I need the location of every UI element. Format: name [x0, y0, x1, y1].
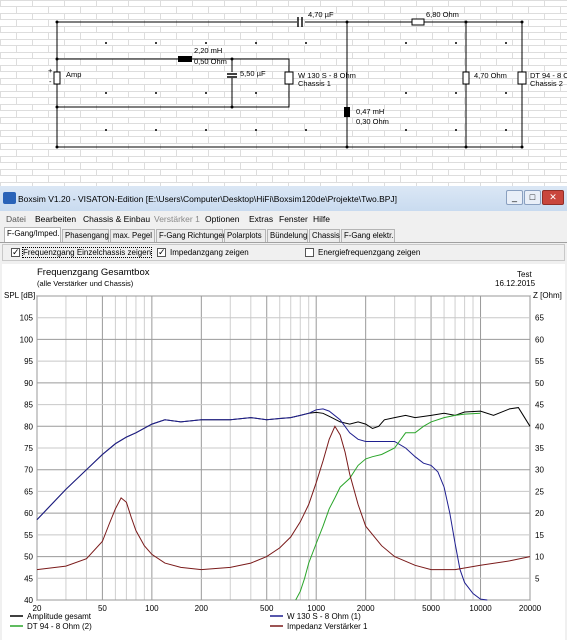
y-left-tick-label: 45: [24, 574, 33, 583]
legend-label: W 130 S - 8 Ohm (1): [287, 612, 361, 621]
menu-chassis-einbau[interactable]: Chassis & Einbau: [83, 214, 150, 224]
schematic-drawing: [0, 0, 567, 186]
x-tick-label: 10000: [469, 604, 492, 613]
einzelchassis-checkbox[interactable]: ✓: [11, 248, 20, 257]
y-left-tick-label: 105: [20, 314, 34, 323]
tab-buendelung[interactable]: Bündelung: [267, 229, 308, 242]
boxsim-window: Boxsim V1.20 - VISATON-Edition [E:\Users…: [0, 186, 567, 640]
y-left-tick-label: 80: [24, 422, 33, 431]
legend-label: DT 94 - 8 Ohm (2): [27, 622, 92, 631]
energie-checkbox[interactable]: [305, 248, 314, 257]
maximize-button[interactable]: □: [524, 190, 541, 205]
menu-optionen[interactable]: Optionen: [205, 214, 240, 224]
x-tick-label: 500: [260, 604, 274, 613]
y-right-tick-label: 30: [535, 466, 544, 475]
menu-bar: Datei Bearbeiten Chassis & Einbau Verstä…: [0, 211, 567, 225]
series-resistor-label: 6,80 Ohm: [426, 10, 459, 19]
y-left-tick-label: 50: [24, 553, 33, 562]
y-right-tick-label: 5: [535, 574, 540, 583]
y-left-tick-label: 40: [24, 596, 33, 605]
y-left-tick-label: 90: [24, 379, 33, 388]
menu-verstaerker[interactable]: Verstärker 1: [154, 214, 200, 224]
tab-polarplots[interactable]: Polarplots: [224, 229, 266, 242]
tab-fgang-imped[interactable]: F-Gang/Imped.: [4, 227, 61, 242]
legend: Amplitude gesamt W 130 S - 8 Ohm (1) DT 94…: [10, 612, 368, 631]
chassis1-label: Chassis 1: [298, 79, 331, 88]
menu-datei[interactable]: Datei: [6, 214, 26, 224]
close-button[interactable]: ✕: [542, 190, 564, 205]
chart-svg: 20 50 100 200 500 1000 2000 5000 10000 2000040455…: [10, 295, 544, 631]
y-right-tick-label: 10: [535, 553, 544, 562]
amp-label: Amp: [66, 70, 82, 79]
frequency-response-plot: Frequenzgang Gesamtbox (alle Verstärker …: [2, 264, 565, 640]
y-right-tick-label: 60: [535, 335, 544, 344]
tab-fgang-richtungen[interactable]: F-Gang Richtungen: [156, 229, 227, 242]
minimize-button[interactable]: _: [506, 190, 523, 205]
title-bar[interactable]: Boxsim V1.20 - VISATON-Edition [E:\Users…: [0, 186, 567, 211]
menu-fenster[interactable]: Fenster: [279, 214, 308, 224]
y-left-tick-label: 95: [24, 357, 33, 366]
inductor1-resistance-label: 0,50 Ohm: [194, 57, 227, 66]
y-left-tick-label: 100: [20, 335, 34, 344]
tab-phasengang[interactable]: Phasengang: [62, 229, 109, 242]
tab-bar: F-Gang/Imped. Phasengang max. Pegel F-Ga…: [0, 226, 567, 243]
y-left-tick-label: 75: [24, 444, 33, 453]
series-capacitor-label: 4,70 µF: [308, 10, 334, 19]
y-left-tick-label: 70: [24, 466, 33, 475]
y-right-tick-label: 65: [535, 314, 544, 323]
shunt-capacitor-label: 5,50 µF: [240, 69, 266, 78]
shunt-resistor-label: 4,70 Ohm: [474, 71, 507, 80]
inductor2-label: 0,47 mH: [356, 107, 385, 116]
inductor1-label: 2,20 mH: [194, 46, 223, 55]
legend-label: Impedanz Verstärker 1: [287, 622, 368, 631]
y-right-tick-label: 20: [535, 509, 544, 518]
app-icon: [3, 192, 16, 204]
y-right-tick-label: 45: [535, 401, 544, 410]
y-left-tick-label: 85: [24, 401, 33, 410]
einzelchassis-label[interactable]: Frequenzgang Einzelchassis zeigen: [21, 247, 153, 258]
menu-hilfe[interactable]: Hilfe: [313, 214, 330, 224]
energie-label[interactable]: Energiefrequenzgang zeigen: [318, 248, 420, 257]
x-tick-label: 20000: [519, 604, 542, 613]
x-tick-label: 100: [145, 604, 159, 613]
y-right-tick-label: 25: [535, 487, 544, 496]
impedanz-label[interactable]: Impedanzgang zeigen: [170, 248, 249, 257]
impedanz-checkbox[interactable]: ✓: [157, 248, 166, 257]
inductor2-resistance-label: 0,30 Ohm: [356, 117, 389, 126]
y-right-tick-label: 55: [535, 357, 544, 366]
menu-extras[interactable]: Extras: [249, 214, 273, 224]
amp-plus-label: +: [48, 66, 53, 75]
x-tick-label: 200: [195, 604, 209, 613]
chassis2-label: Chassis 2: [530, 79, 563, 88]
y-left-tick-label: 60: [24, 509, 33, 518]
crossover-schematic: 4,70 µF 6,80 Ohm 2,20 mH 0,50 Ohm 5,50 µ…: [0, 0, 567, 186]
y-right-tick-label: 35: [535, 444, 544, 453]
window-title: Boxsim V1.20 - VISATON-Edition [E:\Users…: [18, 194, 398, 204]
tab-fgang-elektr[interactable]: F-Gang elektr.: [341, 229, 395, 242]
menu-bearbeiten[interactable]: Bearbeiten: [35, 214, 76, 224]
y-right-tick-label: 40: [535, 422, 544, 431]
y-right-tick-label: 50: [535, 379, 544, 388]
x-tick-label: 50: [98, 604, 107, 613]
tab-max-pegel[interactable]: max. Pegel: [110, 229, 155, 242]
legend-label: Amplitude gesamt: [27, 612, 92, 621]
amp-minus-label: -: [49, 77, 52, 86]
y-left-tick-label: 55: [24, 531, 33, 540]
y-right-tick-label: 15: [535, 531, 544, 540]
options-row: ✓ Frequenzgang Einzelchassis zeigen ✓ Im…: [2, 244, 565, 261]
y-left-tick-label: 65: [24, 487, 33, 496]
tab-chassis[interactable]: Chassis: [309, 229, 340, 242]
x-tick-label: 5000: [422, 604, 440, 613]
